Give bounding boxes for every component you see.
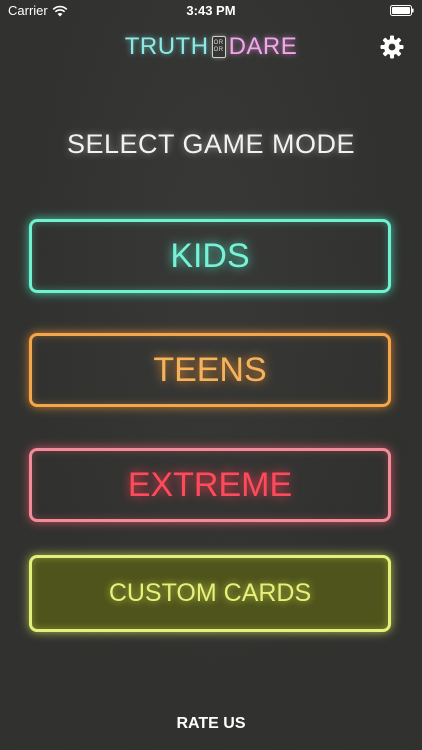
page-title: SELECT GAME MODE [66, 129, 356, 159]
teens-mode-label: TEENS [153, 350, 267, 389]
extreme-mode-button[interactable]: EXTREME [29, 448, 391, 522]
custom-cards-button[interactable]: CUSTOM CARDS [29, 555, 391, 632]
battery-icon [390, 5, 414, 16]
logo-or-bottom: OR [213, 47, 224, 53]
kids-mode-button[interactable]: KIDS [29, 219, 391, 293]
status-bar: Carrier 3:43 PM [0, 0, 422, 22]
kids-mode-label: KIDS [170, 236, 250, 275]
app-logo: TRUTH OR OR DARE [0, 33, 422, 61]
teens-mode-button[interactable]: TEENS [29, 333, 391, 407]
app-screen: Carrier 3:43 PM TRUTH OR OR DARE SELECT … [0, 0, 422, 750]
logo-truth-text: TRUTH [124, 33, 209, 60]
logo-dare-text: DARE [228, 33, 298, 60]
rate-us-button[interactable]: RATE US [0, 715, 422, 733]
extreme-mode-label: EXTREME [127, 465, 293, 504]
status-time: 3:43 PM [186, 3, 236, 18]
gear-icon[interactable] [380, 35, 404, 59]
logo-or-top: OR [213, 40, 224, 46]
header: TRUTH OR OR DARE [0, 22, 422, 72]
custom-cards-label: CUSTOM CARDS [108, 579, 312, 607]
logo-or-badge: OR OR [211, 36, 226, 58]
